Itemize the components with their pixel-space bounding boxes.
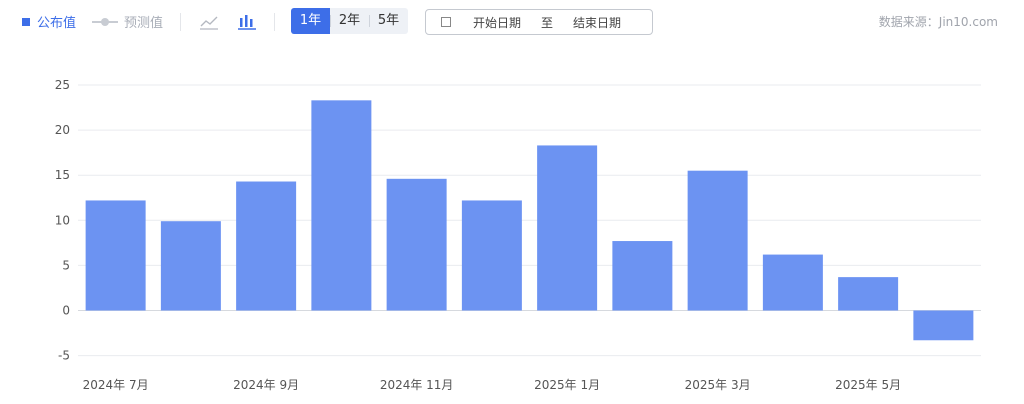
y-tick-label: 0 <box>62 304 70 318</box>
legend-forecast-label: 预测值 <box>124 16 164 31</box>
line-chart-icon[interactable] <box>198 10 220 32</box>
bar[interactable] <box>913 310 974 341</box>
legend-published[interactable]: 公布值 <box>22 12 76 31</box>
y-tick-label: -5 <box>58 349 70 363</box>
bar-chart: -5 0 5 10 15 20 25 2024年 7月 2024年 9月 2024年 11月 202… <box>55 78 981 392</box>
bar[interactable] <box>236 181 297 311</box>
x-tick-label: 2024年 7月 <box>83 378 149 392</box>
bar[interactable] <box>537 145 598 311</box>
x-tick-label: 2024年 9月 <box>233 378 299 392</box>
x-tick-label: 2025年 1月 <box>534 378 600 392</box>
bar[interactable] <box>461 200 522 311</box>
forecast-swatch-icon <box>92 17 118 26</box>
published-swatch-icon <box>22 17 30 26</box>
chart-toolbar: 公布值 预测值 1年 2年 5年 开始日期 至 结束日期 数据来源：Jin10.… <box>0 0 1024 44</box>
bar[interactable] <box>85 200 146 311</box>
start-date-field[interactable]: 开始日期 <box>473 14 521 31</box>
bar[interactable] <box>160 221 221 311</box>
x-tick-label: 2025年 5月 <box>835 378 901 392</box>
date-range-checkbox[interactable] <box>441 17 451 27</box>
date-range-picker[interactable]: 开始日期 至 结束日期 <box>425 9 653 35</box>
range-selector: 1年 2年 5年 <box>291 8 408 34</box>
bar[interactable] <box>762 254 823 311</box>
bar[interactable] <box>386 178 447 311</box>
y-tick-label: 10 <box>55 213 70 227</box>
bar-chart-icon[interactable] <box>236 10 258 32</box>
toolbar-divider <box>180 13 181 31</box>
y-tick-label: 25 <box>55 78 70 92</box>
x-tick-label: 2025年 3月 <box>685 378 751 392</box>
legend-published-label: 公布值 <box>37 16 77 31</box>
date-range-separator: 至 <box>541 15 554 30</box>
y-tick-label: 5 <box>62 258 70 272</box>
bar[interactable] <box>838 277 899 311</box>
range-1y-button[interactable]: 1年 <box>291 8 330 34</box>
x-tick-label: 2024年 11月 <box>380 378 454 392</box>
bar[interactable] <box>687 170 748 311</box>
end-date-field[interactable]: 结束日期 <box>573 14 621 31</box>
bar[interactable] <box>612 241 673 311</box>
bar[interactable] <box>311 100 372 311</box>
legend-forecast[interactable]: 预测值 <box>92 12 163 31</box>
range-5y-button[interactable]: 5年 <box>369 8 408 34</box>
range-2y-button[interactable]: 2年 <box>330 8 369 34</box>
toolbar-divider <box>274 13 275 31</box>
y-tick-label: 20 <box>55 123 70 137</box>
y-tick-label: 15 <box>55 168 70 182</box>
data-source-label: 数据来源：Jin10.com <box>878 15 998 29</box>
